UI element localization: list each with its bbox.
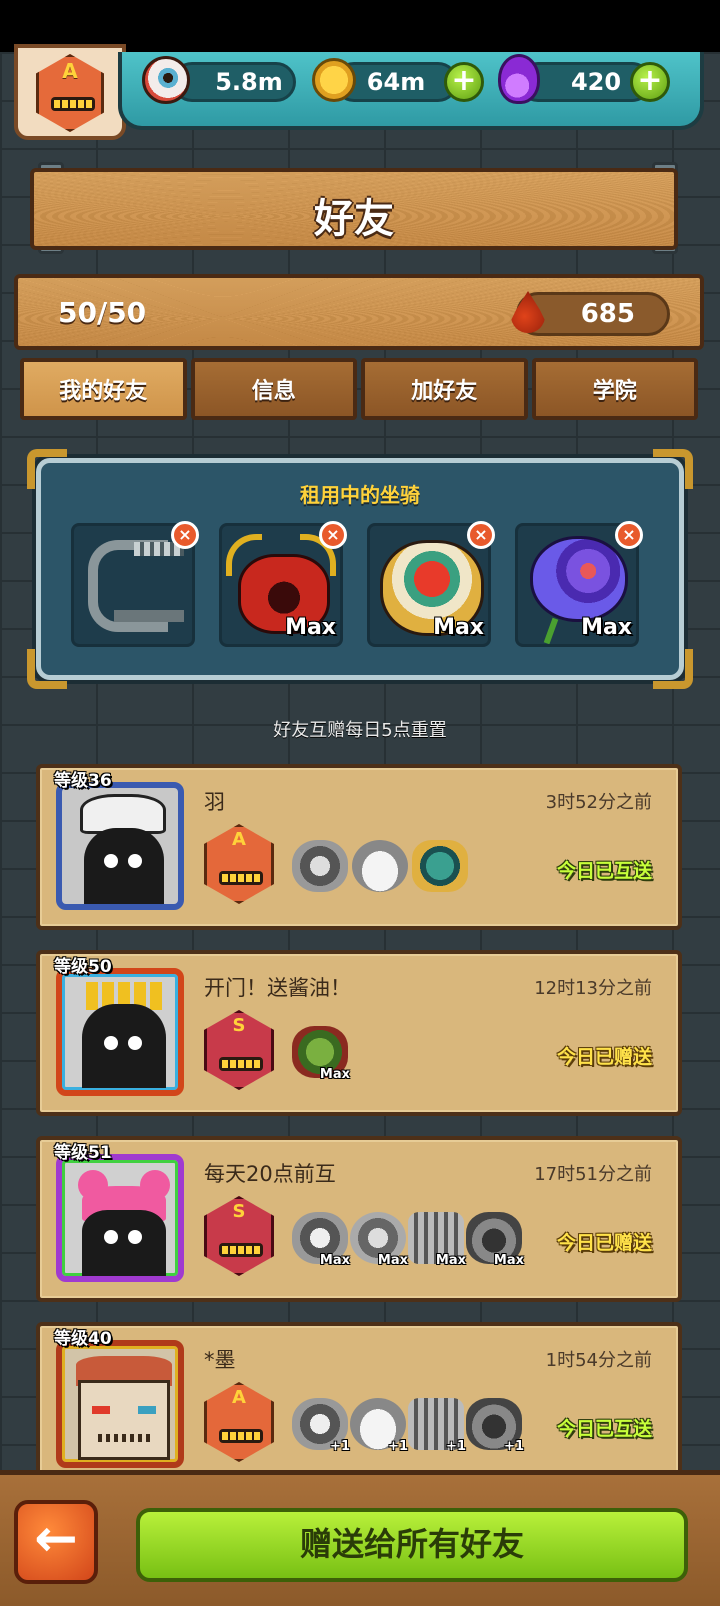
friend-avatar <box>56 782 184 910</box>
coin-currency-amount: 64m <box>366 68 426 96</box>
reset-note: 好友互赠每日5点重置 <box>273 720 447 741</box>
mount-tag: +1 <box>330 1439 350 1454</box>
rank-s-icon: S <box>204 1196 274 1276</box>
friend-card[interactable]: 等级36 羽 3时52分之前 A 今日已互送 <box>36 764 682 930</box>
friend-card[interactable]: 等级50 开门！送酱油！ 12时13分之前 S Max 今日已赠送 <box>36 950 682 1116</box>
remove-mount-button[interactable]: × <box>615 521 643 549</box>
remove-mount-button[interactable]: × <box>171 521 199 549</box>
remove-mount-button[interactable]: × <box>467 521 495 549</box>
friend-avatar <box>56 1154 184 1282</box>
page-title: 好友 <box>314 196 394 242</box>
rank-a-icon: A <box>204 1382 274 1462</box>
add-potions-button[interactable]: + <box>630 62 670 102</box>
potion-icon <box>498 54 540 104</box>
mechanical-track-mount-icon: +1 <box>408 1398 466 1454</box>
goblin-mount-icon: Max <box>292 1026 350 1082</box>
remove-mount-button[interactable]: × <box>319 521 347 549</box>
rank-letter: S <box>232 1201 246 1222</box>
tab-add-friend[interactable]: 加好友 <box>361 358 528 420</box>
friend-card[interactable]: 等级51 每天20点前互 17时51分之前 S Max Max Max Max … <box>36 1136 682 1302</box>
max-tag: Max <box>581 615 632 640</box>
mount-tag: +1 <box>446 1439 466 1454</box>
friend-last-seen: 17时51分之前 <box>534 1164 652 1185</box>
lion-mount-icon: +1 <box>292 1398 350 1454</box>
mount-tag: Max <box>319 1253 350 1268</box>
eyeball-icon <box>142 56 190 104</box>
friend-name: *墨 <box>204 1348 236 1372</box>
lion-mount-icon: Max <box>292 1212 350 1268</box>
max-tag: Max <box>285 615 336 640</box>
blood-drop-icon <box>511 291 545 333</box>
eye-currency-amount: 5.8m <box>215 68 283 96</box>
eye-currency-pill: 5.8m <box>172 62 296 102</box>
rank-letter: S <box>232 1015 246 1036</box>
blood-amount: 685 <box>580 299 635 329</box>
corner-frame <box>653 649 693 689</box>
rose-mount-icon: Max <box>350 1212 408 1268</box>
friend-count: 50/50 <box>58 296 147 329</box>
lion-mount-icon <box>292 840 348 892</box>
friend-level: 等级51 <box>54 1143 112 1163</box>
friend-last-seen: 1时54分之前 <box>545 1350 652 1371</box>
gift-all-friends-button[interactable]: 赠送给所有好友 <box>136 1508 688 1582</box>
friend-avatar <box>56 1340 184 1468</box>
blood-pill: 685 <box>511 291 670 336</box>
resource-bar: 5.8m 64m + 420 + <box>118 52 704 130</box>
mount-tag: Max <box>319 1067 350 1082</box>
friend-last-seen: 12时13分之前 <box>534 978 652 999</box>
tab-bar: 我的好友 信息 加好友 学院 <box>20 358 698 420</box>
potion-currency-amount: 420 <box>570 68 622 96</box>
horned-beast-mount-icon: +1 <box>466 1398 524 1454</box>
back-arrow-icon: ← <box>34 1509 78 1569</box>
mount-tag: Max <box>493 1253 524 1268</box>
mount-tag: Max <box>377 1253 408 1268</box>
rank-a-icon: A <box>204 824 274 904</box>
horned-beast-mount-icon: Max <box>466 1212 524 1268</box>
gift-status: 今日已赠送 <box>556 1232 652 1254</box>
rank-letter: A <box>232 1387 246 1408</box>
white-beast-mount-icon <box>352 840 408 892</box>
friend-level: 等级50 <box>54 957 112 977</box>
friend-name: 羽 <box>204 790 225 814</box>
mechanical-track-mount-icon: Max <box>408 1212 466 1268</box>
rank-letter: A <box>232 829 246 850</box>
counter-plank: 50/50 685 <box>14 274 704 350</box>
purple-rose-icon <box>530 536 628 622</box>
corner-frame <box>27 649 67 689</box>
rank-s-icon: S <box>204 1010 274 1090</box>
friend-level: 等级40 <box>54 1329 112 1349</box>
friend-name: 每天20点前互 <box>204 1162 336 1186</box>
tab-my-friends[interactable]: 我的好友 <box>20 358 187 420</box>
friend-avatar <box>56 968 184 1096</box>
green-dragon-mount-icon <box>412 840 468 892</box>
rented-mounts-panel: 租用中的坐骑 × Max × Max × Max × <box>27 449 693 689</box>
gift-status: 今日已互送 <box>556 1418 652 1440</box>
gift-status: 今日已赠送 <box>556 1046 652 1068</box>
mount-tag: +1 <box>504 1439 524 1454</box>
friend-card[interactable]: 等级40 *墨 1时54分之前 A +1 +1 +1 +1 今日已互送 <box>36 1322 682 1488</box>
add-coins-button[interactable]: + <box>444 62 484 102</box>
max-tag: Max <box>433 615 484 640</box>
white-beast-mount-icon: +1 <box>350 1398 408 1454</box>
tab-messages[interactable]: 信息 <box>190 358 357 420</box>
rented-mounts-title: 租用中的坐骑 <box>300 483 420 507</box>
back-button[interactable]: ← <box>14 1500 98 1584</box>
rank-a-icon: A <box>36 54 104 132</box>
tab-academy[interactable]: 学院 <box>531 358 698 420</box>
profile-badge[interactable]: A <box>14 44 126 140</box>
coin-icon <box>312 58 356 102</box>
mount-tag: Max <box>435 1253 466 1268</box>
friend-level: 等级36 <box>54 771 112 791</box>
rank-letter: A <box>62 59 78 83</box>
gift-status: 今日已互送 <box>556 860 652 882</box>
friend-last-seen: 3时52分之前 <box>545 792 652 813</box>
title-plank: 好友 <box>30 168 678 250</box>
friend-name: 开门！送酱油！ <box>204 976 351 1000</box>
mount-tag: +1 <box>388 1439 408 1454</box>
